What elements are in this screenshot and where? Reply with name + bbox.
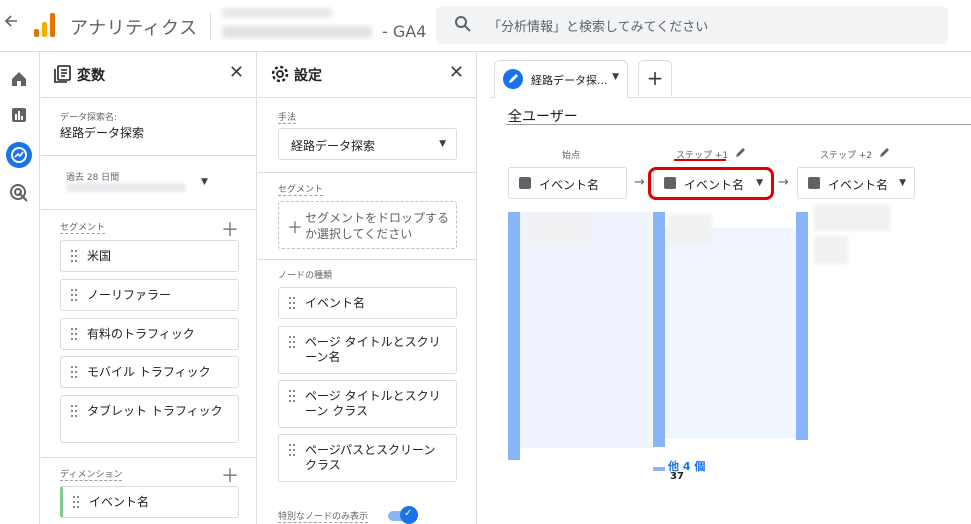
arrow-icon: →	[634, 175, 645, 190]
step1-node-bar[interactable]	[653, 212, 665, 447]
segments-label: セグメント	[60, 220, 106, 234]
search-icon	[454, 15, 474, 35]
node-type-label: ノードの種類	[278, 271, 333, 281]
back-arrow-icon[interactable]	[4, 14, 20, 36]
app-title[interactable]: アナリティクス	[70, 14, 198, 40]
date-range-value[interactable]	[66, 183, 186, 192]
start-node-bar[interactable]	[508, 212, 520, 460]
highlight-box	[648, 167, 774, 200]
pencil-icon	[503, 69, 523, 89]
dropdown-icon[interactable]: ▼	[201, 177, 208, 187]
reports-icon[interactable]	[8, 104, 30, 126]
step2-node-bar[interactable]	[796, 212, 808, 440]
node-type-chip[interactable]: ページ タイトルとスクリーン クラス	[278, 380, 457, 428]
cursor-icon	[808, 177, 820, 189]
node-label	[526, 214, 592, 244]
plus-icon: ＋	[287, 218, 304, 237]
search-bar[interactable]: 「分析情報」と検索してみてください	[436, 6, 948, 44]
tab-path-exploration[interactable]: 経路データ探... ▼	[494, 60, 628, 98]
other-nodes-count: 37	[670, 471, 684, 482]
unique-nodes-label: 特別なノードのみ表示	[278, 509, 369, 523]
panel-title: 設定	[294, 68, 322, 84]
add-tab-button[interactable]: +	[638, 60, 672, 96]
node-type-chip[interactable]: ページ タイトルとスクリーン名	[278, 326, 457, 374]
path-flow	[520, 212, 652, 448]
analytics-logo-icon[interactable]	[34, 13, 56, 37]
tab-bar: 経路データ探... ▼ +	[490, 52, 971, 98]
home-icon[interactable]	[8, 68, 30, 90]
step2-node-select[interactable]: イベント名 ▼	[797, 167, 915, 199]
technique-select[interactable]: 経路データ探索 ▼	[278, 128, 457, 160]
dimensions-label: ディメンション	[60, 467, 123, 481]
close-icon[interactable]: ✕	[229, 62, 244, 83]
dimension-chip[interactable]: イベント名	[60, 486, 239, 518]
property-suffix[interactable]: - GA4	[382, 22, 426, 41]
step2-label[interactable]: ステップ +2	[820, 148, 872, 161]
close-icon[interactable]: ✕	[449, 62, 464, 83]
node-type-chip[interactable]: イベント名	[278, 287, 457, 319]
highlight-underline	[674, 159, 726, 161]
search-placeholder: 「分析情報」と検索してみてください	[488, 20, 709, 35]
segment-title: 全ユーザー	[508, 109, 578, 125]
segment-chip[interactable]: 有料のトラフィック	[60, 318, 239, 350]
gear-icon	[270, 64, 290, 84]
exploration-name-label: データ探索名:	[60, 113, 118, 123]
add-segment-icon[interactable]: ＋	[221, 216, 239, 242]
segment-chip[interactable]: モバイル トラフィック	[60, 356, 239, 388]
other-node-bar[interactable]	[653, 467, 665, 471]
variables-icon	[53, 64, 73, 84]
settings-panel: 設定 ✕ 手法 経路データ探索 ▼ セグメント ＋ セグメントをドロップするか選…	[258, 52, 477, 524]
cursor-icon	[519, 177, 531, 189]
node-type-chip[interactable]: ページパスとスクリーン クラス	[278, 434, 457, 482]
check-icon: ✓	[404, 508, 413, 519]
node-label	[668, 214, 712, 244]
start-label: 始点	[562, 151, 581, 161]
divider	[210, 12, 211, 40]
left-nav-rail	[0, 52, 40, 524]
technique-label: 手法	[278, 110, 297, 124]
segment-drop-zone[interactable]: ＋ セグメントをドロップするか選択してください	[278, 201, 457, 249]
top-bar: アナリティクス - GA4 「分析情報」と検索してみてください	[0, 0, 971, 52]
date-range-label[interactable]: 過去 28 日間	[66, 170, 119, 183]
panel-title: 変数	[77, 68, 105, 84]
divider	[506, 124, 971, 125]
start-node-select[interactable]: イベント名	[508, 167, 627, 199]
add-dimension-icon[interactable]: ＋	[221, 462, 239, 488]
pencil-icon[interactable]	[879, 146, 891, 161]
path-flow	[664, 228, 796, 438]
unique-nodes-toggle[interactable]: ✓	[388, 506, 418, 524]
node-label	[814, 236, 848, 264]
exploration-name[interactable]: 経路データ探索	[60, 124, 144, 141]
account-selector[interactable]	[218, 6, 378, 44]
dropdown-icon: ▼	[899, 178, 906, 188]
segment-chip[interactable]: ノーリファラー	[60, 279, 239, 311]
segment-chip[interactable]: タブレット トラフィック	[60, 395, 239, 443]
advertising-icon[interactable]	[8, 182, 30, 204]
pencil-icon[interactable]	[735, 146, 747, 161]
node-label	[814, 205, 890, 231]
variables-panel: 変数 ✕ データ探索名: 経路データ探索 過去 28 日間 ▼ セグメント ＋ …	[41, 52, 257, 524]
dropdown-icon: ▼	[439, 139, 446, 149]
arrow-icon: →	[778, 175, 789, 190]
segment-label: セグメント	[278, 182, 324, 196]
explore-icon[interactable]	[6, 142, 32, 168]
dropdown-icon: ▼	[612, 72, 619, 82]
segment-chip[interactable]: 米国	[60, 240, 239, 272]
